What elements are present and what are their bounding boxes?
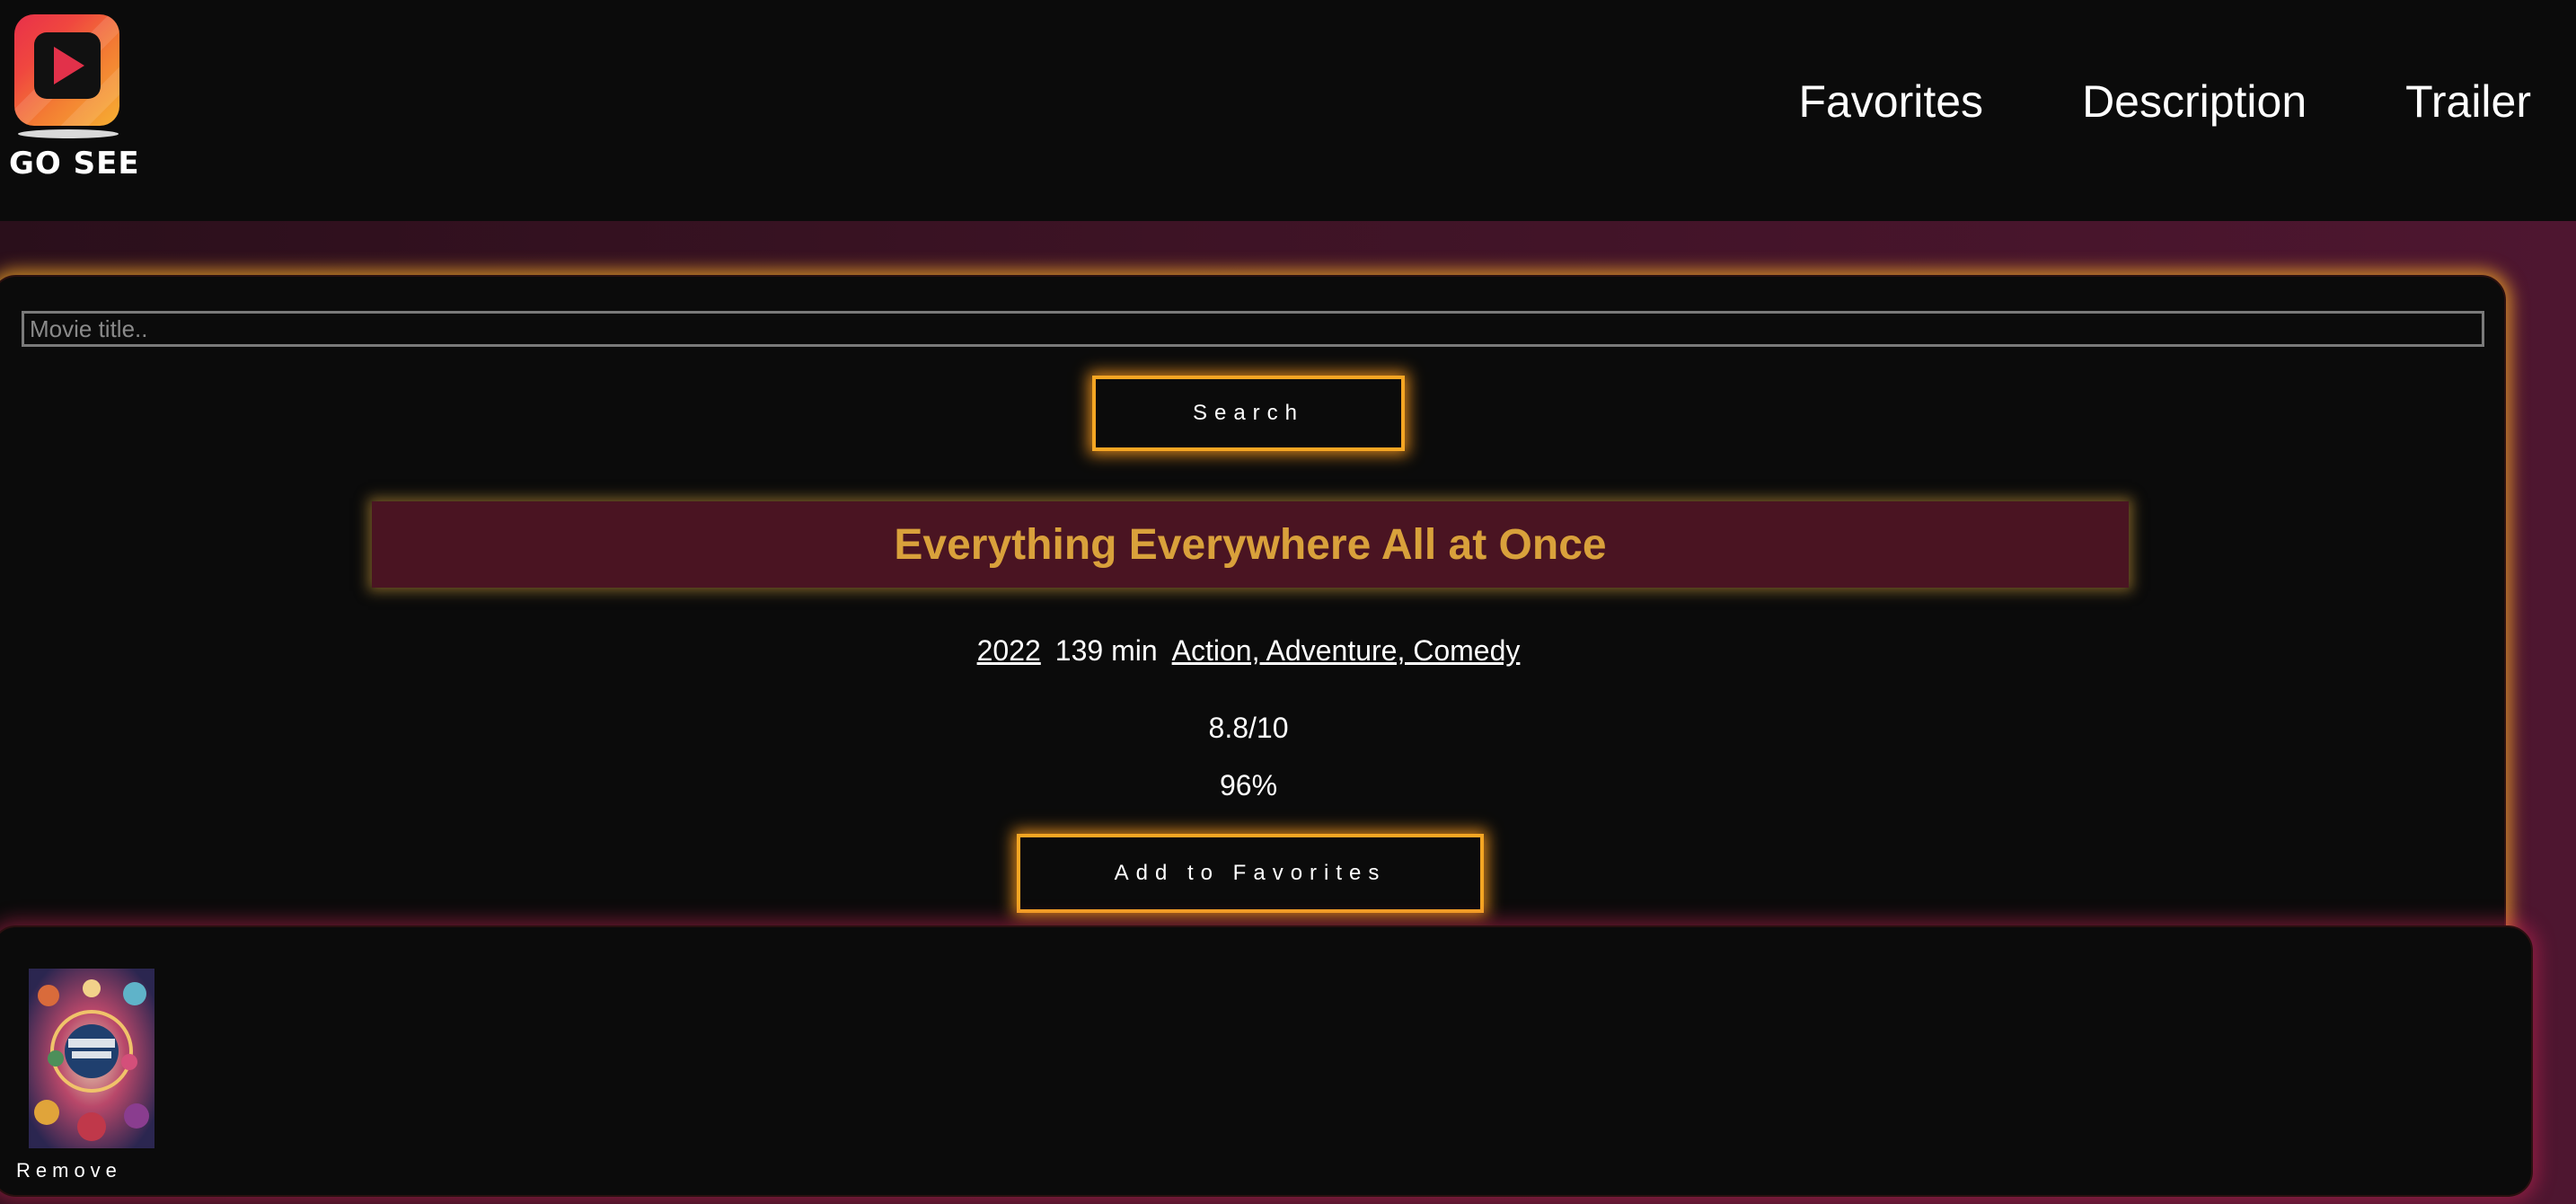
movie-runtime: 139 min	[1054, 634, 1158, 667]
movie-poster-image	[29, 969, 154, 1148]
nav-description[interactable]: Description	[2082, 75, 2307, 128]
favorites-panel: Remove	[0, 925, 2533, 1197]
imdb-rating: 8.8/10	[1208, 712, 1289, 744]
movie-year-link[interactable]: 2022	[977, 634, 1041, 667]
header: GO SEE Favorites Description Trailer	[0, 0, 2576, 221]
nav-favorites[interactable]: Favorites	[1798, 75, 1983, 128]
movie-title-banner: Everything Everywhere All at Once	[372, 501, 2129, 588]
app-page: GO SEE Favorites Description Trailer Sea…	[0, 0, 2576, 1204]
remove-favorite-button[interactable]: Remove	[16, 1159, 122, 1182]
go-see-logo[interactable]: GO SEE	[9, 13, 144, 183]
add-to-favorites-button[interactable]: Add to Favorites	[1017, 834, 1484, 913]
favorite-poster[interactable]	[29, 969, 154, 1148]
movie-meta: 2022 139 min Action, Adventure, Comedy	[0, 634, 2504, 668]
nav-trailer[interactable]: Trailer	[2405, 75, 2531, 128]
top-nav: Favorites Description Trailer	[1798, 75, 2531, 128]
movie-title-input[interactable]	[22, 311, 2484, 347]
rotten-tomatoes-score: 96%	[1219, 769, 1278, 801]
movie-title: Everything Everywhere All at Once	[894, 520, 1607, 569]
logo-text: GO SEE	[9, 146, 140, 181]
search-button[interactable]: Search	[1092, 376, 1405, 451]
logo-play-icon	[14, 14, 119, 126]
movie-search-card: Search Everything Everywhere All at Once…	[0, 275, 2506, 961]
movie-genres-link[interactable]: Action, Adventure, Comedy	[1172, 634, 1521, 667]
